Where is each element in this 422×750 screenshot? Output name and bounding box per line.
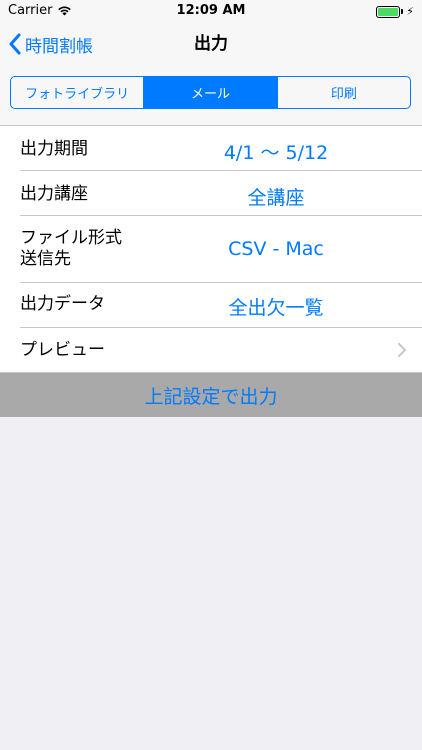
settings-table: 出力期間 4/1 〜 5/12 出力講座 全講座 ファイル形式 送信先 CSV … — [0, 126, 422, 373]
row-output-period[interactable]: 出力期間 4/1 〜 5/12 — [0, 126, 422, 171]
back-button-label: 時間割帳 — [25, 36, 93, 57]
segment-photo-library[interactable]: フォトライブラリ — [11, 77, 143, 108]
chevron-right-icon — [398, 343, 406, 357]
row-output-course-label: 出力講座 — [20, 184, 88, 204]
row-file-format[interactable]: ファイル形式 送信先 CSV - Mac — [0, 216, 422, 283]
charging-icon: ⚡ — [406, 5, 414, 18]
output-target-segmented-control: フォトライブラリ メール 印刷 — [10, 76, 411, 109]
row-preview-label: プレビュー — [20, 340, 105, 360]
segment-area: フォトライブラリ メール 印刷 — [0, 66, 422, 126]
row-file-format-value: CSV - Mac — [228, 238, 324, 260]
row-output-period-label: 出力期間 — [20, 139, 88, 159]
row-output-course-value: 全講座 — [247, 187, 305, 209]
export-button[interactable]: 上記設定で出力 — [0, 373, 422, 417]
battery-icon — [376, 5, 401, 18]
row-file-format-label-2: 送信先 — [20, 249, 71, 269]
status-bar: Carrier 12:09 AM ⚡ — [0, 0, 422, 22]
segment-mail[interactable]: メール — [143, 77, 277, 108]
row-preview[interactable]: プレビュー — [0, 328, 422, 373]
chevron-left-icon — [9, 33, 21, 55]
row-file-format-label-1: ファイル形式 — [20, 228, 122, 248]
row-output-period-value: 4/1 〜 5/12 — [223, 142, 329, 164]
row-output-course[interactable]: 出力講座 全講座 — [0, 171, 422, 216]
navigation-bar: 時間割帳 出力 — [0, 22, 422, 66]
row-output-data[interactable]: 出力データ 全出欠一覧 — [0, 283, 422, 328]
row-output-data-label: 出力データ — [20, 294, 105, 314]
segment-print[interactable]: 印刷 — [276, 77, 410, 108]
row-output-data-value: 全出欠一覧 — [228, 297, 324, 319]
battery-indicator: ⚡ — [376, 5, 414, 18]
status-time: 12:09 AM — [176, 3, 246, 18]
back-button[interactable]: 時間割帳 — [8, 22, 93, 66]
